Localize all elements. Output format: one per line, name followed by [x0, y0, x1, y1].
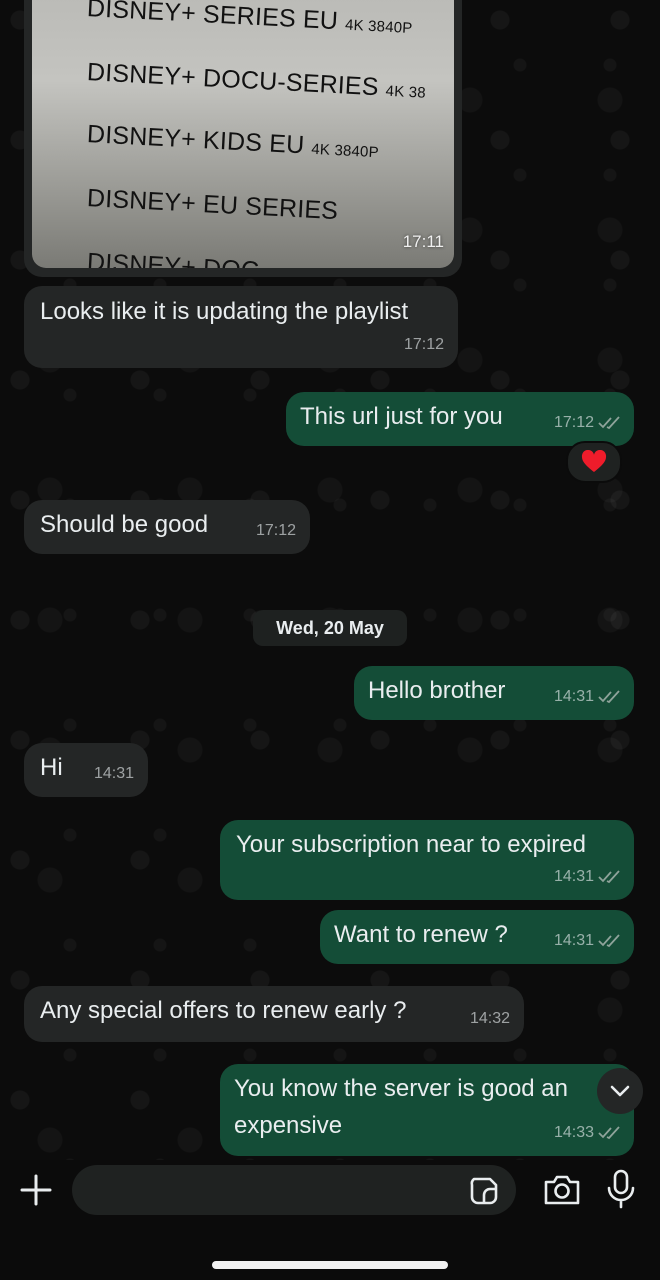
message-text: Looks like it is updating the playlist [40, 298, 409, 325]
message-photo[interactable]: DISNEY+ SERIES EU 4K 3840P DISNEY+ DOCU-… [32, 0, 454, 268]
double-check-icon [598, 416, 620, 430]
message-text: This url just for you [300, 403, 503, 430]
message-text: Your subscription near to expired [236, 831, 586, 858]
microphone-icon[interactable] [606, 1168, 636, 1210]
message-text: Should be good [40, 511, 209, 538]
plus-icon[interactable] [18, 1172, 54, 1208]
message-time: 17:12 [403, 336, 444, 353]
message-time: 14:31 [553, 932, 594, 949]
message-meta: 14:31 [554, 862, 622, 892]
date-separator: Wed, 20 May [253, 610, 407, 646]
double-check-icon [598, 690, 620, 704]
sticker-icon[interactable] [468, 1175, 500, 1207]
message-time: 14:32 [469, 1010, 510, 1027]
message-text: Hi [40, 754, 63, 781]
outgoing-message[interactable]: Want to renew ? 14:31 [320, 910, 634, 964]
message-meta: 14:31 [554, 682, 622, 712]
message-time: 14:33 [553, 1124, 594, 1141]
outgoing-message[interactable]: Hello brother 14:31 [354, 666, 634, 720]
message-text: Any special offers to renew early ? [40, 997, 407, 1024]
heart-icon [581, 450, 607, 472]
message-input[interactable] [72, 1165, 516, 1215]
message-meta: 14:31 [554, 926, 622, 956]
incoming-message[interactable]: Hi 14:31 [24, 743, 148, 797]
outgoing-message[interactable]: You know the server is good an expensive… [220, 1064, 634, 1156]
image-message[interactable]: DISNEY+ SERIES EU 4K 3840P DISNEY+ DOCU-… [24, 0, 462, 277]
message-time: 14:31 [553, 868, 594, 885]
outgoing-message[interactable]: This url just for you 17:12 [286, 392, 634, 446]
message-time: 17:11 [402, 232, 444, 251]
message-text: Want to renew ? [334, 921, 508, 948]
reaction-badge[interactable]: ❤️ [566, 441, 622, 483]
scroll-to-bottom-button[interactable] [597, 1068, 643, 1114]
photo-text-line: DISNEY+ DOCU-SERIES 4K 38 [86, 58, 427, 102]
message-time: 17:12 [553, 414, 594, 431]
photo-text-line: DISNEY+ SERIES EU 4K 3840P [86, 0, 413, 38]
message-text: Hello brother [368, 677, 506, 704]
message-time: 14:31 [553, 688, 594, 705]
message-meta: 14:33 [554, 1118, 622, 1148]
double-check-icon [598, 1126, 620, 1140]
camera-icon[interactable] [542, 1172, 582, 1208]
photo-text-line: DISNEY+ DOC [86, 248, 260, 268]
home-indicator[interactable] [212, 1261, 448, 1269]
incoming-message[interactable]: Looks like it is updating the playlist 1… [24, 286, 458, 368]
photo-text-line: DISNEY+ KIDS EU 4K 3840P [86, 120, 380, 162]
message-time: 17:12 [255, 522, 296, 539]
photo-text-line: DISNEY+ EU SERIES [86, 184, 339, 226]
outgoing-message[interactable]: Your subscription near to expired 14:31 [220, 820, 634, 900]
double-check-icon [598, 934, 620, 948]
incoming-message[interactable]: Any special offers to renew early ? 14:3… [24, 986, 524, 1042]
chevron-down-icon [610, 1085, 630, 1097]
double-check-icon [598, 870, 620, 884]
incoming-message[interactable]: Should be good 17:12 [24, 500, 310, 554]
message-time: 14:31 [93, 765, 134, 782]
message-meta: 17:12 [554, 408, 622, 438]
